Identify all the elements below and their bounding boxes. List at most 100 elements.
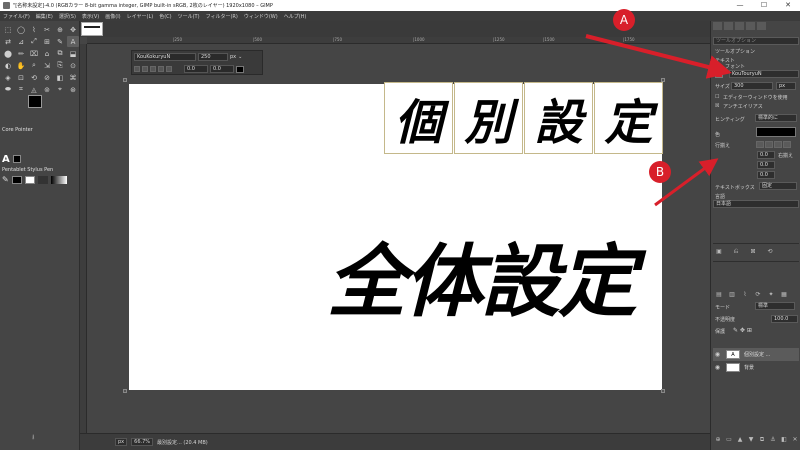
mask-icon[interactable]: ◧ [780,436,788,443]
tool-button[interactable]: ⊛ [67,84,79,95]
tool-button[interactable]: ⌂ [41,48,53,59]
images-tab[interactable] [746,22,755,30]
restore-preset-icon[interactable]: ⎌ [732,248,740,255]
delete-layer-icon[interactable]: ✕ [791,436,799,443]
tool-button[interactable]: ⬬ [2,84,14,95]
search-field[interactable]: ツールオプション [713,37,799,45]
justify-right-button[interactable] [765,141,773,148]
language-field[interactable]: 日本語 [713,200,799,208]
underline-button[interactable] [158,66,164,72]
text-box-betsu[interactable]: 別 [454,82,523,154]
channels-tab-icon[interactable]: ▥ [728,291,736,298]
size-field[interactable]: 300 [731,82,773,90]
menu-filters[interactable]: フィルター(R) [206,13,238,20]
tool-button[interactable]: A [67,36,79,47]
brushes-tab-icon[interactable]: ✦ [767,291,775,298]
size-entry[interactable]: 250 [198,53,228,61]
brushes-tab[interactable] [757,22,766,30]
tool-button[interactable]: ⬚ [2,24,14,35]
clear-style-button[interactable] [134,66,140,72]
tool-button[interactable]: ✥ [67,24,79,35]
menu-view[interactable]: 表示(V) [82,13,99,20]
tool-button[interactable]: ⬤ [2,48,14,59]
brush-icon[interactable]: ✎ [2,175,9,184]
tool-button[interactable]: ⬓ [67,48,79,59]
eye-icon[interactable]: ◉ [713,351,722,358]
layer-row[interactable]: ◉ 背景 [713,361,799,374]
mode-select[interactable]: 標準 [755,302,795,310]
menu-file[interactable]: ファイル(F) [3,13,30,20]
font-field[interactable]: KouTouryuN [729,70,799,78]
history-tab-icon[interactable]: ⟳ [754,291,762,298]
delete-preset-icon[interactable]: ⊠ [749,248,757,255]
save-preset-icon[interactable]: ▣ [715,248,723,255]
undo-history-tab[interactable] [735,22,744,30]
text-color-button[interactable] [756,127,796,137]
tool-button[interactable]: ⊙ [67,60,79,71]
size-unit-select[interactable]: px [776,82,796,90]
minimize-button[interactable]: — [728,0,752,11]
menu-layer[interactable]: レイヤー(L) [127,13,154,20]
tool-button[interactable]: ⌘ [67,72,79,83]
tool-button[interactable]: ⌕ [28,60,40,71]
tool-button[interactable]: ⟲ [28,72,40,83]
justify-left-button[interactable] [756,141,764,148]
duplicate-layer-icon[interactable]: ⧉ [758,436,766,443]
antialias-checkbox[interactable]: ☒ [715,103,719,109]
opacity-field[interactable]: 100.0 [771,315,798,323]
hinting-select[interactable]: 標準的に [755,114,797,122]
italic-button[interactable] [150,66,156,72]
tool-options-tab[interactable] [713,22,722,30]
size-unit[interactable]: px [230,54,236,60]
tool-button[interactable]: ⊘ [41,72,53,83]
tool-button[interactable]: ⊿ [15,36,27,47]
tool-button[interactable]: ✏ [15,48,27,59]
font-entry[interactable]: KouKokuryuN [134,53,196,61]
export-icon[interactable]: ⭳ [32,433,34,444]
text-box-ko[interactable]: 個 [384,82,453,154]
textbox-select[interactable]: 固定 [759,182,797,190]
new-group-icon[interactable]: ▭ [725,436,733,443]
pattern-swatch[interactable] [37,175,48,184]
baseline-entry[interactable]: 0.0 [184,65,208,73]
new-layer-icon[interactable]: ⊕ [714,436,722,443]
use-editor-checkbox[interactable]: ☐ [715,94,719,100]
bold-button[interactable] [142,66,148,72]
layer-name[interactable]: 背景 [744,364,754,371]
menu-help[interactable]: ヘルプ(H) [284,13,307,20]
justify-center-button[interactable] [774,141,782,148]
eye-icon[interactable]: ◉ [713,364,722,371]
unit-select[interactable]: px [115,438,128,446]
menu-select[interactable]: 選択(S) [59,13,76,20]
tool-button[interactable]: ⤢ [28,36,40,47]
tool-button[interactable]: ✋ [15,60,27,71]
main-text-layer[interactable]: 全体設定 [327,232,667,332]
text-color-swatch[interactable] [236,65,244,73]
reset-icon[interactable]: ⟲ [766,248,774,255]
tool-button[interactable]: ✂ [41,24,53,35]
raise-layer-icon[interactable]: ▲ [736,436,744,443]
patterns-tab-icon[interactable]: ▦ [780,291,788,298]
layer-row[interactable]: ◉ A 個別設定 ... [713,348,799,361]
lock-pixels-icon[interactable]: ✎ ✥ ⊞ [733,327,752,334]
lower-layer-icon[interactable]: ▼ [747,436,755,443]
device-status-tab[interactable] [724,22,733,30]
justify-fill-button[interactable] [783,141,791,148]
tool-button[interactable]: ⇲ [41,60,53,71]
font-preview-glyph[interactable]: A [2,154,10,165]
foreground-color-swatch[interactable] [28,95,42,108]
menu-colors[interactable]: 色(C) [159,13,171,20]
paths-tab-icon[interactable]: ⌇ [741,291,749,298]
layer-name[interactable]: 個別設定 ... [744,351,770,358]
tool-button[interactable]: ⧉ [54,48,66,59]
menu-tools[interactable]: ツール(T) [178,13,200,20]
layers-tab-icon[interactable]: ▤ [715,291,723,298]
anchor-layer-icon[interactable]: ⚓ [769,436,777,443]
text-box-tei[interactable]: 定 [594,82,663,154]
maximize-button[interactable]: ☐ [752,0,776,11]
tool-button[interactable]: ✎ [54,36,66,47]
indent-field[interactable]: 0.0 [757,151,775,159]
tool-button[interactable]: ⌧ [28,48,40,59]
fg-bg-colors[interactable] [26,93,56,119]
close-button[interactable]: ✕ [776,0,800,11]
